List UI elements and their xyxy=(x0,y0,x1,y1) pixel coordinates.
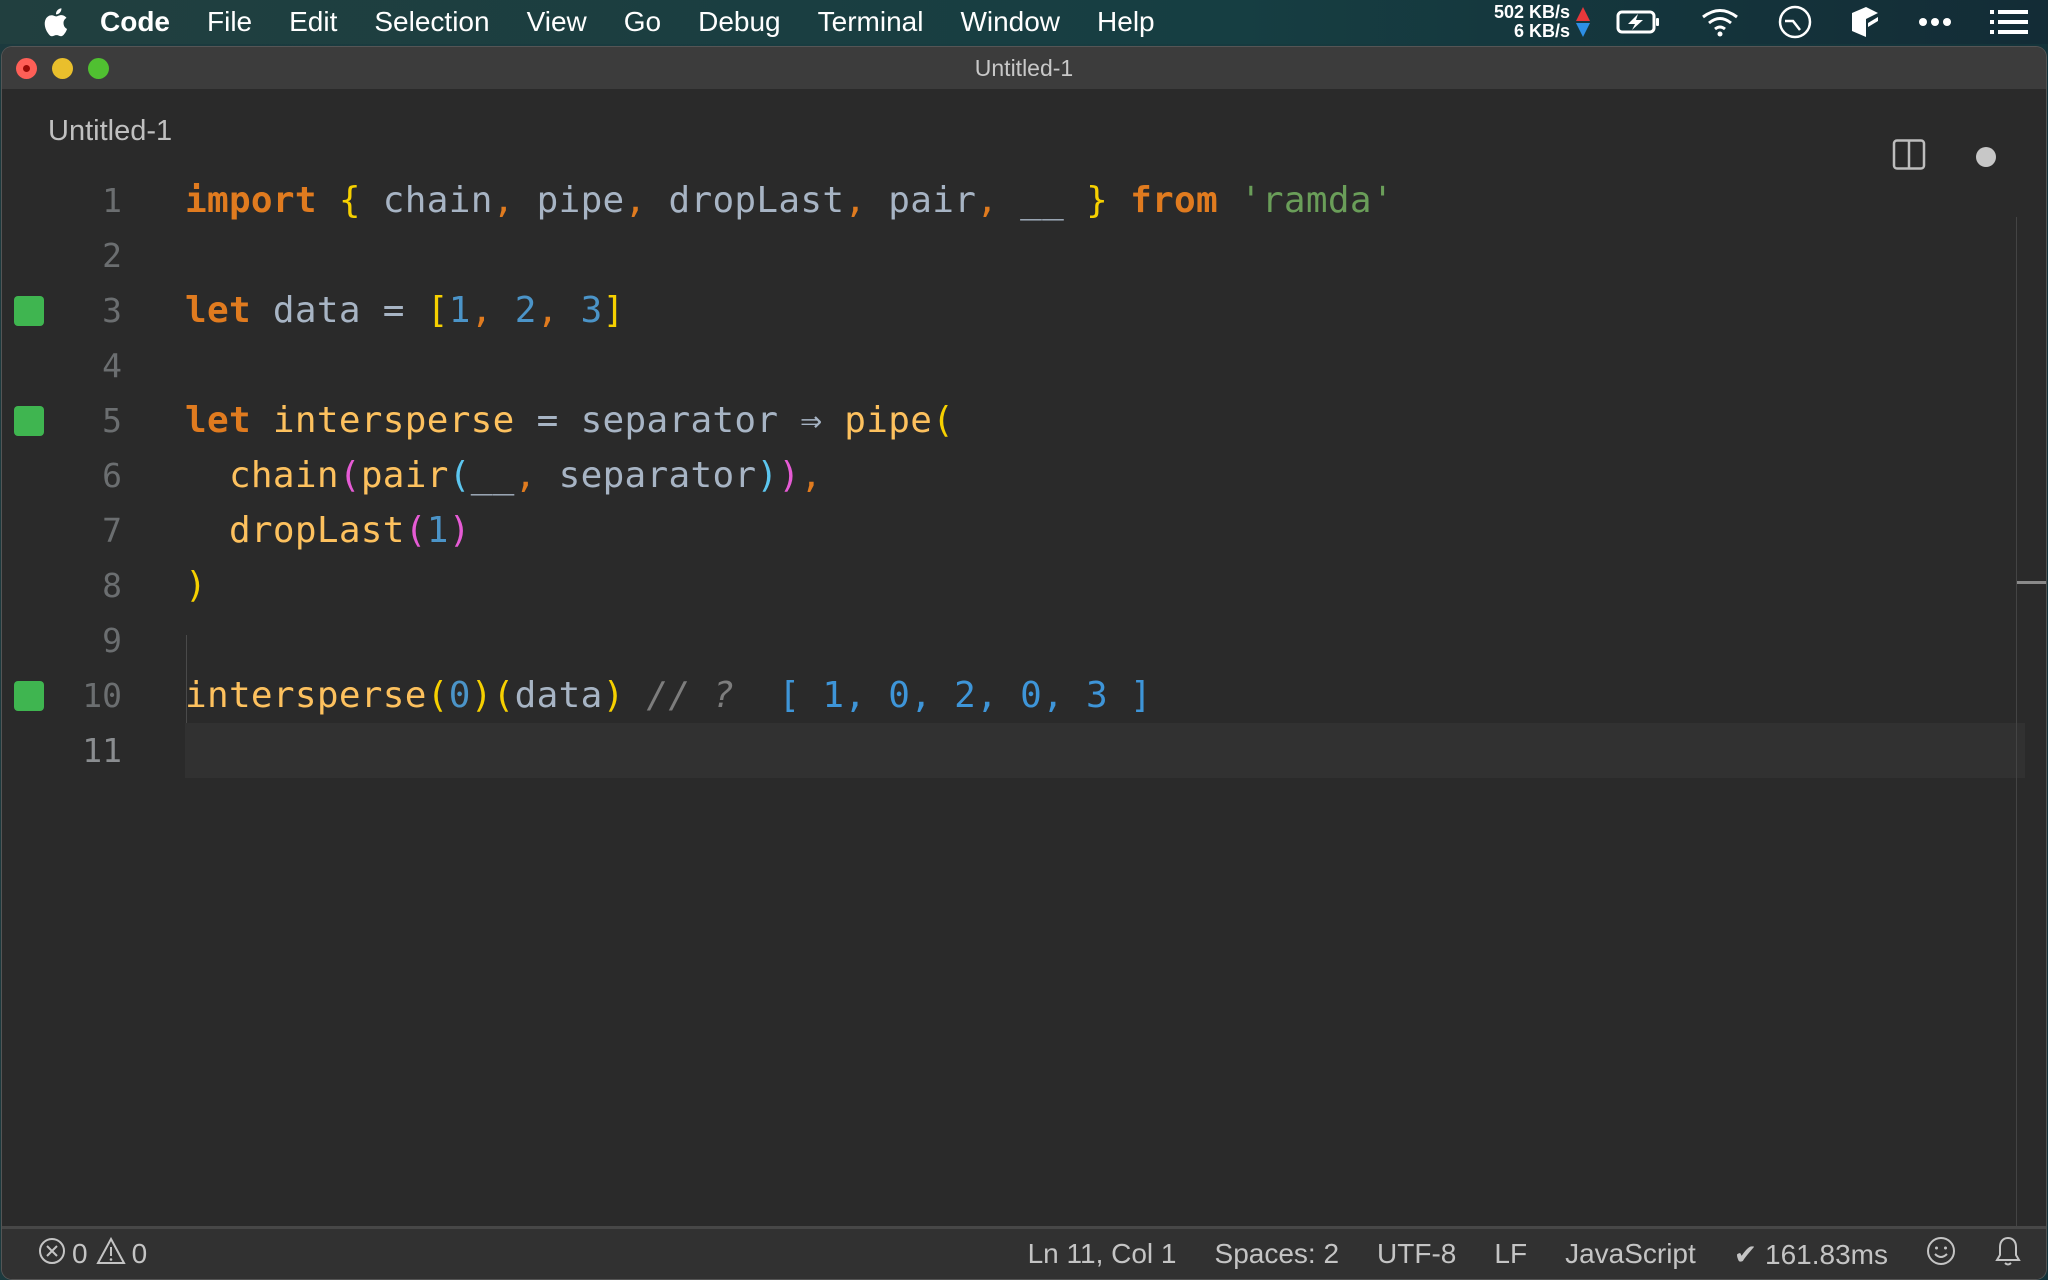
line-number: 7 xyxy=(102,511,122,550)
clock-icon[interactable] xyxy=(1778,5,1812,39)
line-content: let data = [1, 2, 3] xyxy=(185,290,625,331)
line-number: 4 xyxy=(102,346,122,385)
warning-icon xyxy=(95,1236,126,1272)
window-title: Untitled-1 xyxy=(974,54,1074,81)
menu-code[interactable]: Code xyxy=(100,6,170,38)
list-icon[interactable] xyxy=(1990,10,2028,34)
wifi-icon[interactable] xyxy=(1700,7,1740,37)
minimize-window-button[interactable] xyxy=(52,58,73,79)
quokka-inline-result: [ 1, 0, 2, 0, 3 ] xyxy=(778,675,1152,716)
line-number: 6 xyxy=(102,456,122,495)
line-content: chain(pair(__, separator)), xyxy=(228,455,823,496)
menu-window[interactable]: Window xyxy=(960,6,1060,38)
code-line-3[interactable]: 3 let data = [1, 2, 3] xyxy=(2,283,2002,338)
upload-rate: 502 KB/s xyxy=(1493,2,1570,22)
code-line-9[interactable]: 9 xyxy=(2,613,2002,668)
menu-edit[interactable]: Edit xyxy=(289,6,337,38)
code-line-5[interactable]: 5 let intersperse = separator ⇒ pipe( xyxy=(2,393,2002,448)
line-content: import { chain, pipe, dropLast, pair, __… xyxy=(185,180,1394,221)
code-line-7[interactable]: 7 dropLast(1) xyxy=(2,503,2002,558)
tab-untitled-1[interactable]: Untitled-1 xyxy=(48,115,172,148)
code-line-1[interactable]: 1 import { chain, pipe, dropLast, pair, … xyxy=(2,173,2002,228)
window-controls xyxy=(16,58,109,79)
encoding[interactable]: UTF-8 xyxy=(1377,1238,1456,1270)
quokka-timing[interactable]: ✔ 161.83ms xyxy=(1734,1238,1888,1271)
more-dots-icon[interactable] xyxy=(1918,17,1952,27)
menu-bar-status-area: 502 KB/s 6 KB/s xyxy=(1494,0,2048,44)
macos-menu-bar: Code File Edit Selection View Go Debug T… xyxy=(0,0,2048,44)
line-content: intersperse(0)(data) // ? [ 1, 0, 2, 0, … xyxy=(185,675,1152,716)
scrollbar-cursor-marker xyxy=(2017,581,2046,584)
problems-indicator[interactable]: 0 0 xyxy=(38,1236,155,1272)
app-cube-icon[interactable] xyxy=(1850,5,1880,39)
line-number: 8 xyxy=(102,566,122,605)
menu-debug[interactable]: Debug xyxy=(698,6,781,38)
line-number: 1 xyxy=(102,181,122,220)
code-line-8[interactable]: 8 ) xyxy=(2,558,2002,613)
line-number: 3 xyxy=(102,291,122,330)
unsaved-dot-icon[interactable] xyxy=(1976,147,1996,167)
cursor-position[interactable]: Ln 11, Col 1 xyxy=(1028,1238,1177,1270)
language-mode[interactable]: JavaScript xyxy=(1565,1238,1696,1270)
code-line-10[interactable]: 10 intersperse(0)(data) // ? [ 1, 0, 2, … xyxy=(2,668,2002,723)
line-ending[interactable]: LF xyxy=(1494,1238,1527,1270)
line-content: ) xyxy=(185,565,207,606)
error-count: 0 xyxy=(72,1238,88,1269)
line-number: 2 xyxy=(102,236,122,275)
network-monitor[interactable]: 502 KB/s 6 KB/s xyxy=(1494,3,1590,41)
code-line-4[interactable]: 4 xyxy=(2,338,2002,393)
editor-tab-bar: Untitled-1 xyxy=(2,89,2046,173)
line-number: 9 xyxy=(102,621,122,660)
line-content: let intersperse = separator ⇒ pipe( xyxy=(185,400,955,441)
indentation[interactable]: Spaces: 2 xyxy=(1215,1238,1340,1270)
split-editor-icon[interactable] xyxy=(1892,139,1926,176)
code-line-2[interactable]: 2 xyxy=(2,228,2002,283)
vscode-window: Untitled-1 Untitled-1 1 import { chain, … xyxy=(2,47,2046,1279)
line-number: 10 xyxy=(82,676,122,715)
line-number: 11 xyxy=(82,731,122,770)
menu-file[interactable]: File xyxy=(207,6,252,38)
line-number: 5 xyxy=(102,401,122,440)
bell-icon[interactable] xyxy=(1994,1235,2022,1274)
vertical-scrollbar[interactable] xyxy=(2016,217,2017,1227)
line-content: dropLast(1) xyxy=(228,510,471,551)
warning-count: 0 xyxy=(131,1238,148,1269)
code-line-6[interactable]: 6 chain(pair(__, separator)), xyxy=(2,448,2002,503)
apple-logo-icon[interactable] xyxy=(42,6,72,38)
status-bar: 0 0 Ln 11, Col 1 Spaces: 2 UTF-8 LF Java… xyxy=(2,1226,2046,1279)
download-arrow-icon xyxy=(1576,23,1590,37)
download-rate: 6 KB/s xyxy=(1513,21,1570,41)
menu-help[interactable]: Help xyxy=(1097,6,1155,38)
close-window-button[interactable] xyxy=(16,58,37,79)
code-line-11[interactable]: 11 xyxy=(2,723,2002,778)
code-editor[interactable]: 1 import { chain, pipe, dropLast, pair, … xyxy=(2,173,2046,1229)
menu-view[interactable]: View xyxy=(527,6,587,38)
maximize-window-button[interactable] xyxy=(88,58,109,79)
menu-go[interactable]: Go xyxy=(624,6,661,38)
error-icon xyxy=(38,1237,66,1272)
battery-charging-icon[interactable] xyxy=(1616,9,1662,35)
smiley-icon[interactable] xyxy=(1926,1236,1956,1273)
menu-selection[interactable]: Selection xyxy=(374,6,489,38)
upload-arrow-icon xyxy=(1576,7,1590,21)
title-bar[interactable]: Untitled-1 xyxy=(2,47,2046,89)
menu-terminal[interactable]: Terminal xyxy=(818,6,924,38)
